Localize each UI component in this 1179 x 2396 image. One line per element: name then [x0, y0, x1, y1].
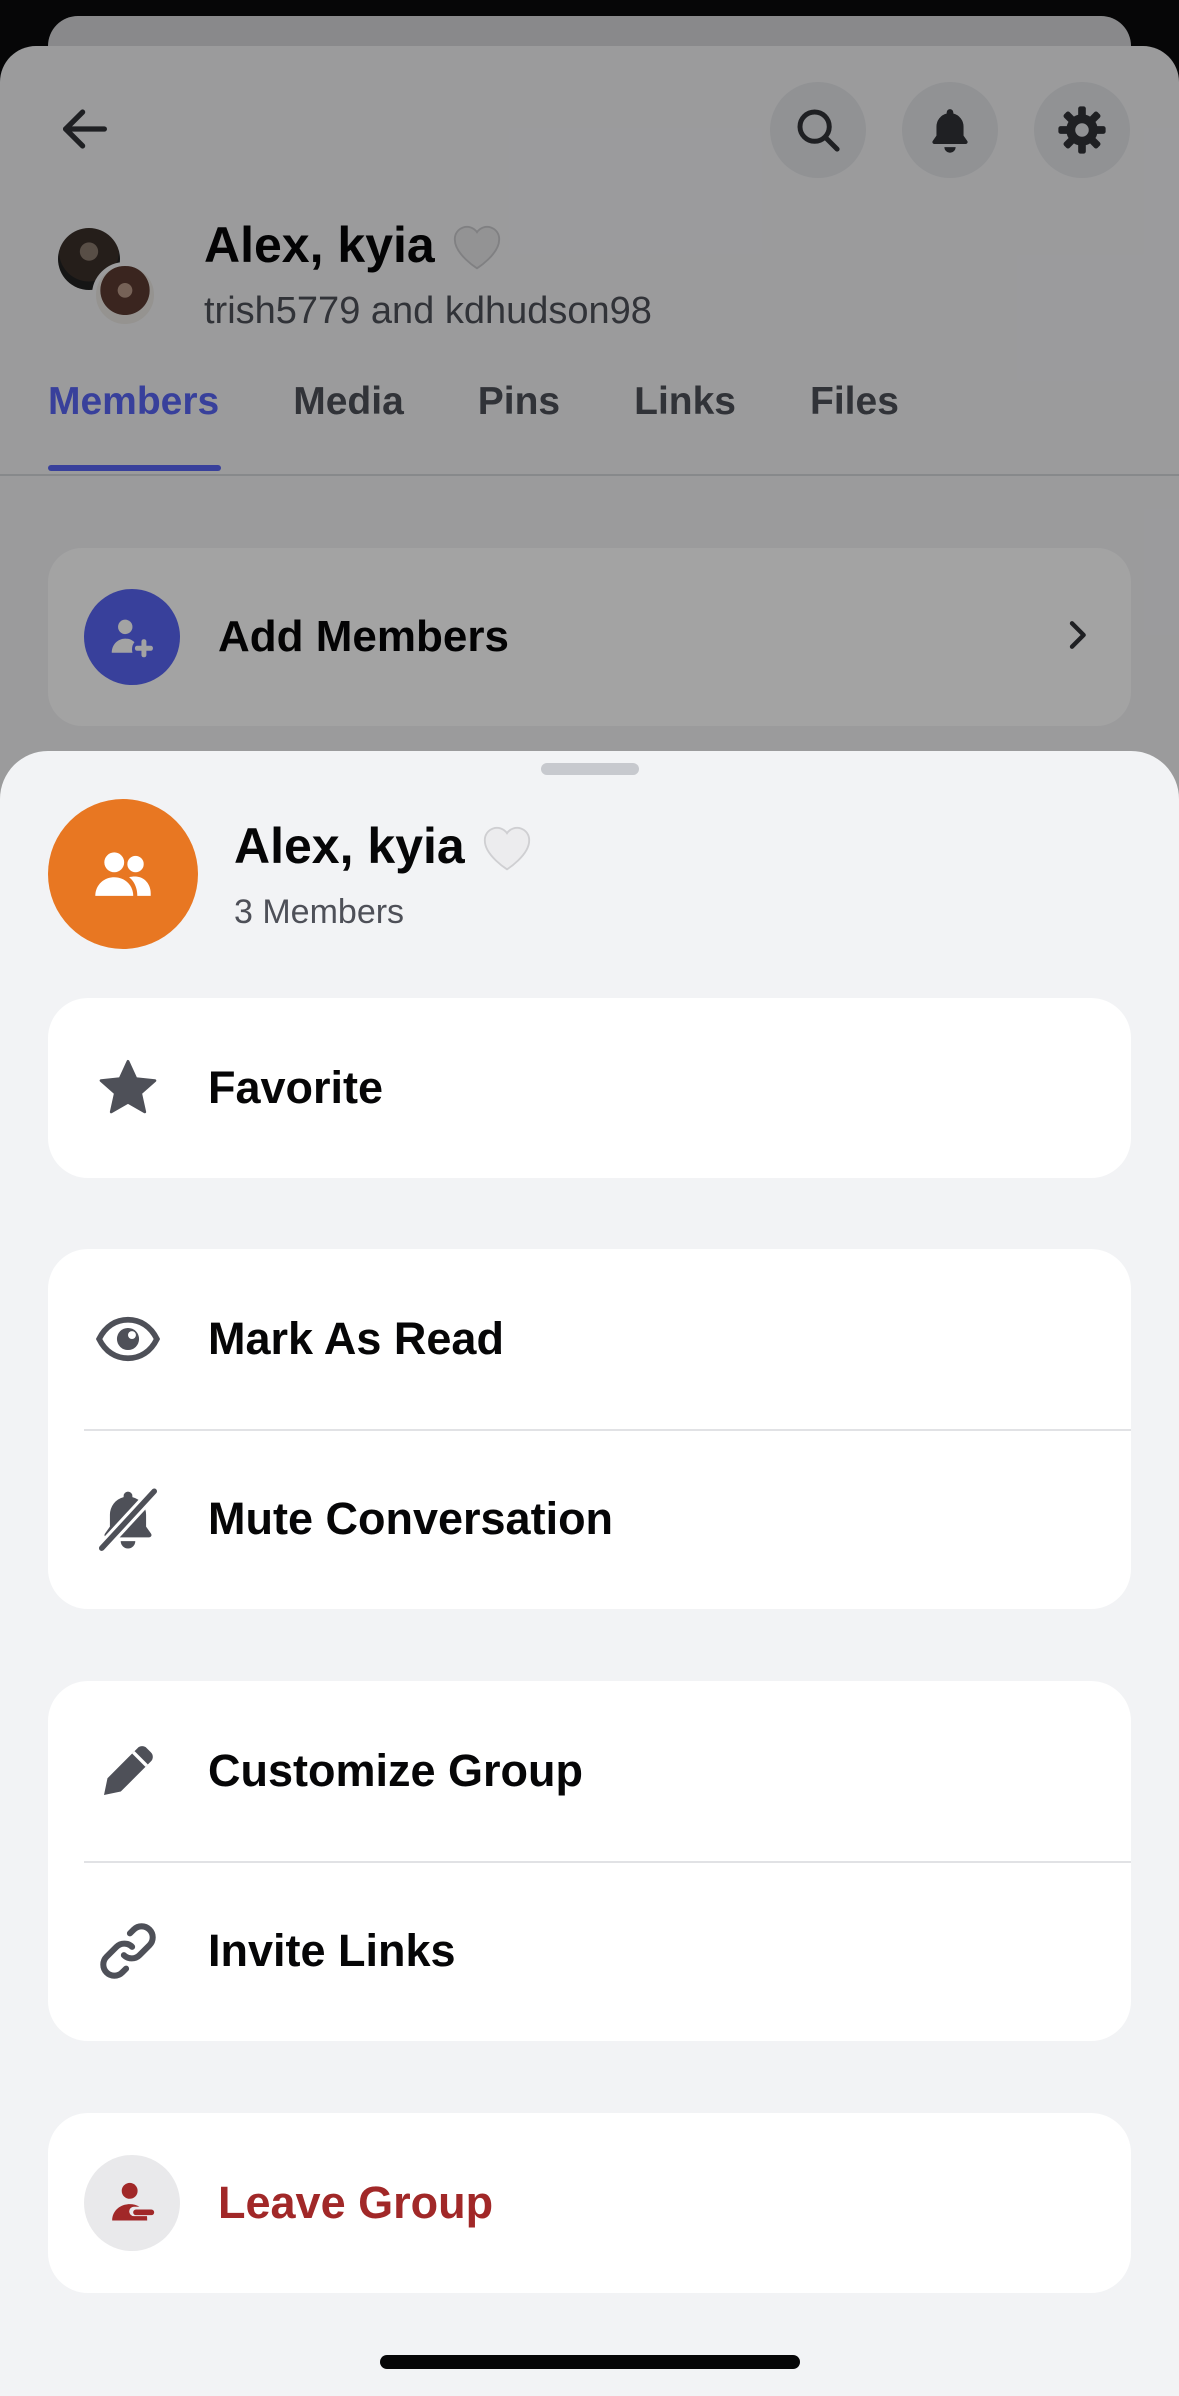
- sheet-grabber[interactable]: [541, 763, 639, 775]
- leave-group-label: Leave Group: [218, 2177, 494, 2228]
- customize-invite-card: Customize Group Invite Links: [48, 1681, 1131, 2041]
- leave-icon: [84, 2155, 180, 2251]
- mark-as-read-label: Mark As Read: [208, 1313, 504, 1364]
- mark-as-read-button[interactable]: Mark As Read: [48, 1249, 1131, 1429]
- mute-conversation-label: Mute Conversation: [208, 1493, 614, 1544]
- screen: Alex, kyia trish5779 and kdhudson98 Memb…: [0, 0, 1179, 2396]
- group-icon: [95, 852, 151, 896]
- read-mute-card: Mark As Read Mute Conversation: [48, 1249, 1131, 1609]
- sheet-title: Alex, kyia: [234, 817, 535, 875]
- leave-group-button[interactable]: Leave Group: [48, 2113, 1131, 2293]
- white-heart-icon: [479, 820, 535, 872]
- member-count: 3 Members: [234, 893, 405, 931]
- leave-card: Leave Group: [48, 2113, 1131, 2293]
- home-indicator[interactable]: [380, 2355, 800, 2369]
- group-avatar: [48, 799, 198, 949]
- customize-group-label: Customize Group: [208, 1745, 584, 1796]
- group-actions-sheet: Alex, kyia 3 Members Favorite Mark As Re…: [0, 751, 1179, 2396]
- favorite-card: Favorite: [48, 998, 1131, 1178]
- eye-icon: [48, 1305, 208, 1373]
- favorite-button[interactable]: Favorite: [48, 998, 1131, 1178]
- invite-links-label: Invite Links: [208, 1925, 456, 1976]
- link-icon: [48, 1918, 208, 1984]
- star-icon: [48, 1055, 208, 1121]
- bell-slash-icon: [48, 1484, 208, 1554]
- mute-conversation-button[interactable]: Mute Conversation: [48, 1429, 1131, 1609]
- sheet-title-text: Alex, kyia: [234, 818, 465, 874]
- customize-group-button[interactable]: Customize Group: [48, 1681, 1131, 1861]
- pencil-icon: [48, 1739, 208, 1803]
- favorite-label: Favorite: [208, 1062, 384, 1113]
- invite-links-button[interactable]: Invite Links: [48, 1861, 1131, 2041]
